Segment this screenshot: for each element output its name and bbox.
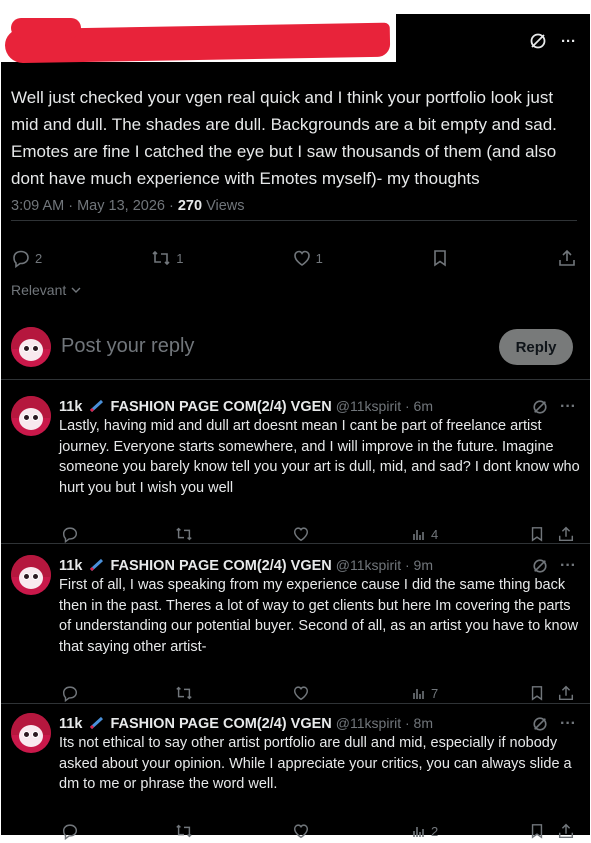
post-actions: 2 1 1 xyxy=(11,244,577,272)
reply-post[interactable]: 11k FASHION PAGE COM(2/4) VGEN @11kspiri… xyxy=(1,713,591,840)
post-meta: 3:09 AM · May 13, 2026 · 270 Views xyxy=(11,198,245,214)
reply-header: 11k FASHION PAGE COM(2/4) VGEN @11kspiri… xyxy=(59,715,433,732)
more-icon[interactable]: ··· xyxy=(560,398,576,416)
post-timestamp[interactable]: 3:09 AM · May 13, 2026 · xyxy=(11,198,178,214)
bookmark-icon[interactable] xyxy=(529,525,545,543)
paintbrush-emoji-icon xyxy=(90,558,104,572)
share-action[interactable] xyxy=(557,248,577,268)
reply-header: 11k FASHION PAGE COM(2/4) VGEN @11kspiri… xyxy=(59,557,433,574)
redaction-scribble-2 xyxy=(11,18,81,38)
bookmark-icon[interactable] xyxy=(529,822,545,840)
like-count: 1 xyxy=(315,250,323,266)
views-count: 7 xyxy=(431,685,439,701)
paintbrush-emoji-icon xyxy=(90,716,104,730)
reply-icon xyxy=(11,248,31,268)
sort-dropdown[interactable]: Relevant xyxy=(11,282,82,298)
reply-avatar[interactable] xyxy=(11,396,51,436)
reply-author-name[interactable]: FASHION PAGE COM(2/4) VGEN xyxy=(110,716,331,732)
chevron-down-icon xyxy=(70,285,82,295)
reply-header: 11k FASHION PAGE COM(2/4) VGEN @11kspiri… xyxy=(59,398,433,415)
repost-icon[interactable] xyxy=(174,525,194,543)
paintbrush-emoji-icon xyxy=(90,399,104,413)
reply-author-name[interactable]: FASHION PAGE COM(2/4) VGEN xyxy=(110,558,331,574)
reply-handle[interactable]: @11kspirit · 8m xyxy=(336,715,433,731)
more-icon[interactable]: ··· xyxy=(561,33,576,50)
reply-text: First of all, I was speaking from my exp… xyxy=(59,577,579,655)
views-action[interactable]: 7 xyxy=(411,685,438,701)
repost-count: 1 xyxy=(176,250,184,266)
reply-author-name[interactable]: FASHION PAGE COM(2/4) VGEN xyxy=(110,399,331,415)
bookmark-action[interactable] xyxy=(431,248,449,268)
views-action[interactable]: 4 xyxy=(411,526,438,542)
reply-avatar[interactable] xyxy=(11,555,51,595)
grok-slash-icon[interactable] xyxy=(529,32,547,50)
share-icon[interactable] xyxy=(557,684,575,702)
post-thread: ··· Well just checked your vgen real qui… xyxy=(0,14,591,840)
like-action[interactable]: 1 xyxy=(292,248,323,268)
views-icon xyxy=(413,530,424,540)
reply-author-prefix[interactable]: 11k xyxy=(59,716,82,732)
reply-count: 2 xyxy=(35,250,43,266)
grok-slash-icon[interactable] xyxy=(532,399,548,415)
reply-author-prefix[interactable]: 11k xyxy=(59,558,82,574)
reply-actions: 2 xyxy=(59,819,577,843)
grok-slash-icon[interactable] xyxy=(532,558,548,574)
share-icon[interactable] xyxy=(557,525,575,543)
bookmark-icon xyxy=(431,248,449,268)
reply-post[interactable]: 11k FASHION PAGE COM(2/4) VGEN @11kspiri… xyxy=(1,396,591,544)
post-views-count: 270 xyxy=(177,198,203,214)
redacted-header xyxy=(1,14,396,64)
views-icon xyxy=(413,689,424,699)
reply-icon[interactable] xyxy=(61,525,79,543)
views-action[interactable]: 2 xyxy=(411,823,438,839)
post-views-label: Views xyxy=(202,198,245,214)
reply-handle[interactable]: @11kspirit · 6m xyxy=(336,398,433,414)
reply-text: Lastly, having mid and dull art doesnt m… xyxy=(59,418,580,496)
post-text: Well just checked your vgen real quick a… xyxy=(11,88,557,188)
divider xyxy=(11,220,577,221)
reply-input[interactable]: Post your reply xyxy=(61,335,194,358)
divider xyxy=(1,543,590,544)
reply-top-icons: ··· xyxy=(532,715,576,733)
views-icon xyxy=(413,827,424,837)
post-top-icons: ··· xyxy=(529,32,576,50)
more-icon[interactable]: ··· xyxy=(560,557,576,575)
avatar[interactable] xyxy=(11,327,51,367)
repost-icon[interactable] xyxy=(174,684,194,702)
sort-label: Relevant xyxy=(11,282,67,298)
views-count: 4 xyxy=(431,526,439,542)
like-icon[interactable] xyxy=(292,684,310,702)
reply-top-icons: ··· xyxy=(532,557,576,575)
like-icon xyxy=(292,248,312,268)
share-icon xyxy=(557,248,577,268)
reply-composer: Post your reply Reply xyxy=(11,327,577,371)
like-icon[interactable] xyxy=(292,822,310,840)
reply-icon[interactable] xyxy=(61,822,79,840)
reply-author-prefix[interactable]: 11k xyxy=(59,399,82,415)
bookmark-icon[interactable] xyxy=(529,684,545,702)
share-icon[interactable] xyxy=(557,822,575,840)
reply-handle[interactable]: @11kspirit · 9m xyxy=(336,557,433,573)
reply-avatar[interactable] xyxy=(11,713,51,753)
repost-action[interactable]: 1 xyxy=(150,248,184,268)
reply-top-icons: ··· xyxy=(532,398,576,416)
divider xyxy=(1,703,590,704)
reply-icon[interactable] xyxy=(61,684,79,702)
like-icon[interactable] xyxy=(292,525,310,543)
reply-button[interactable]: Reply xyxy=(499,329,573,365)
repost-icon[interactable] xyxy=(174,822,194,840)
repost-icon xyxy=(150,248,172,268)
reply-post[interactable]: 11k FASHION PAGE COM(2/4) VGEN @11kspiri… xyxy=(1,555,591,705)
more-icon[interactable]: ··· xyxy=(560,715,576,733)
views-count: 2 xyxy=(431,823,439,839)
reply-actions: 7 xyxy=(59,681,577,705)
grok-slash-icon[interactable] xyxy=(532,716,548,732)
reply-text: Its not ethical to say other artist port… xyxy=(59,735,572,792)
reply-action[interactable]: 2 xyxy=(11,248,42,268)
divider xyxy=(1,379,590,380)
